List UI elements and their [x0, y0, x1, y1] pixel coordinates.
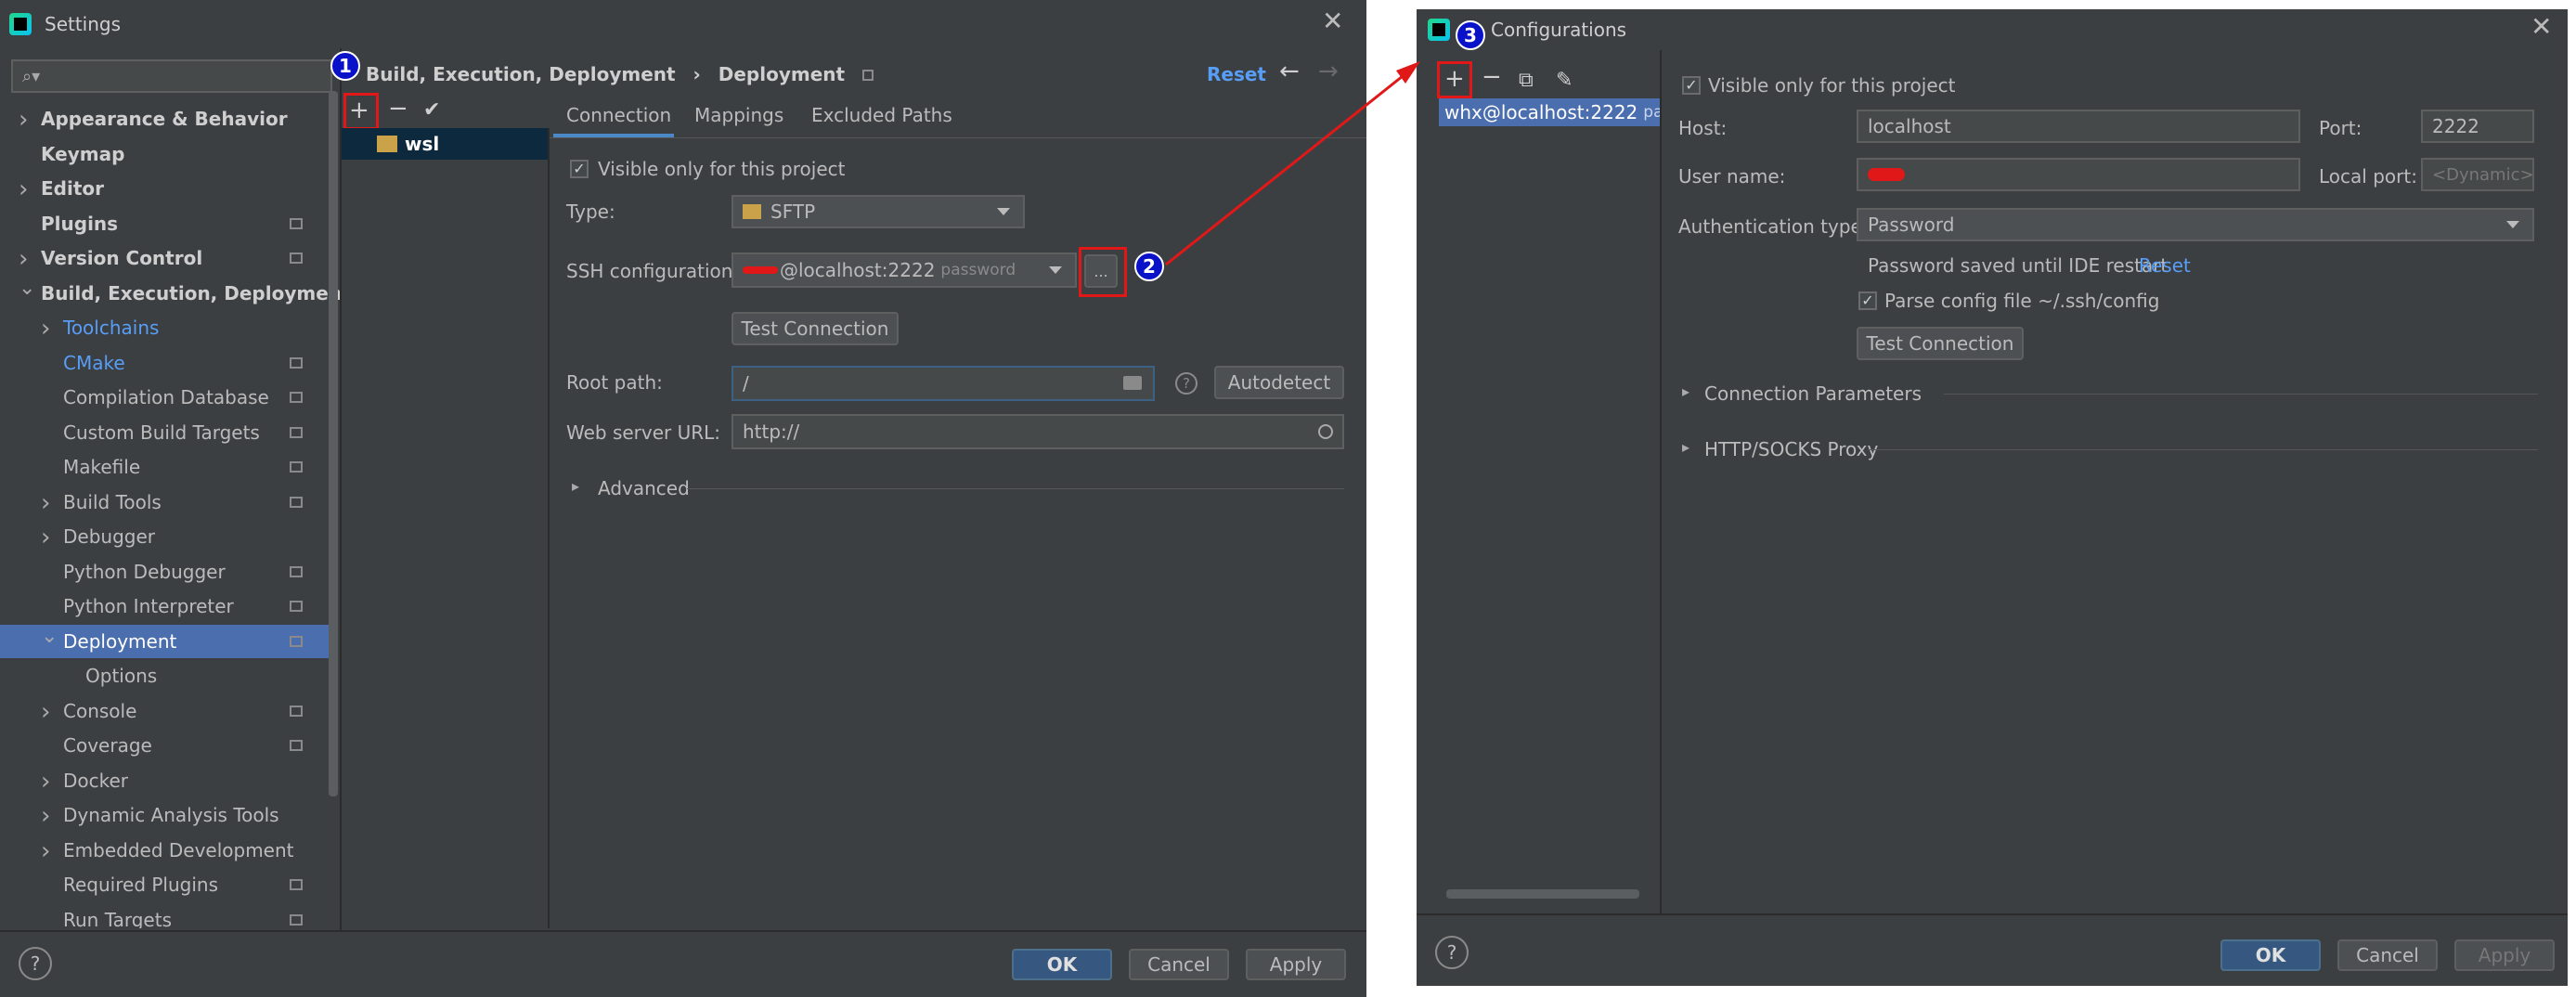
annotation-arrow-line [1165, 71, 1408, 266]
annotation-arrow-head [1396, 61, 1420, 84]
annotation-arrow [1165, 61, 1420, 266]
